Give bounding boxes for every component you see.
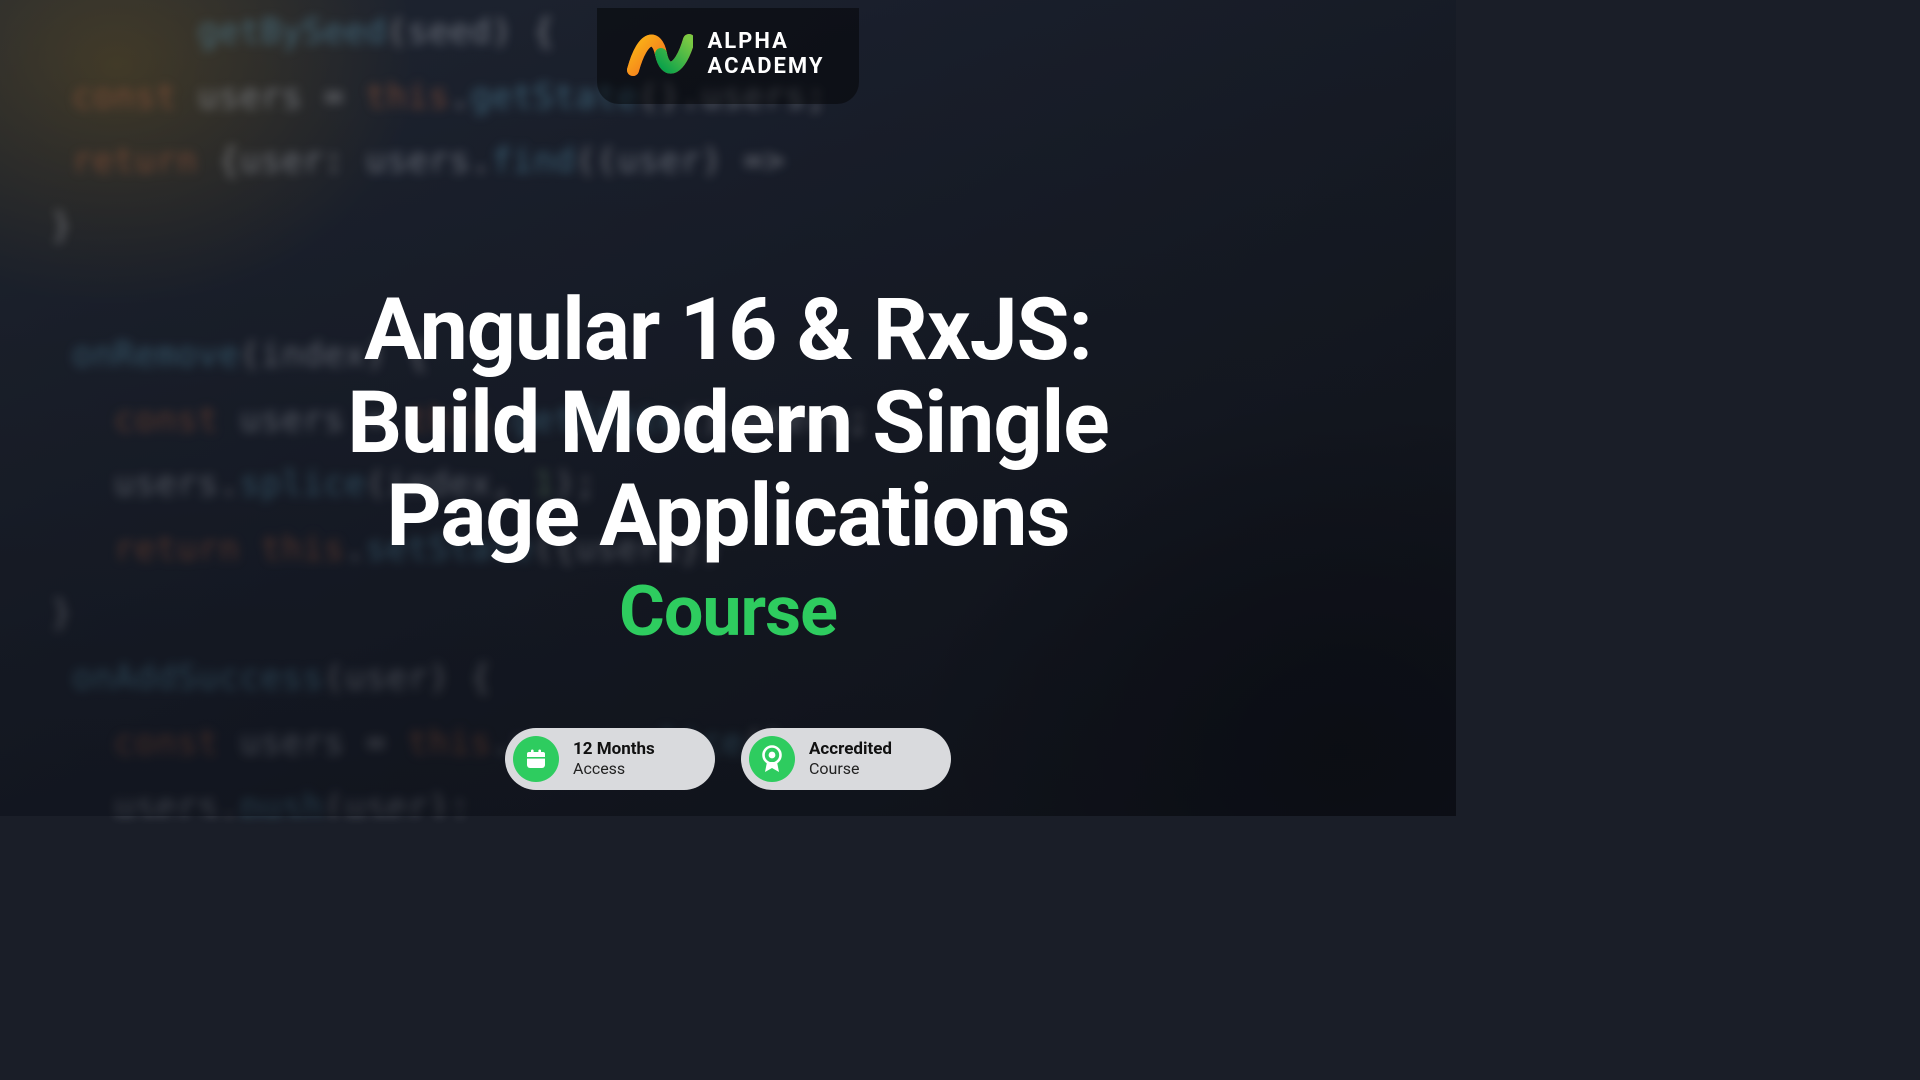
title-line-3: Page Applications bbox=[347, 470, 1108, 563]
hero-title: Angular 16 & RxJS: Build Modern Single P… bbox=[347, 284, 1108, 563]
brand-line1: ALPHA bbox=[707, 29, 824, 54]
badge-accredited-title: Accredited bbox=[809, 740, 892, 760]
title-line-1: Angular 16 & RxJS: bbox=[347, 284, 1108, 377]
title-line-2: Build Modern Single bbox=[347, 377, 1108, 470]
hero-subtitle: Course bbox=[347, 571, 1108, 653]
badge-access-title: 12 Months bbox=[573, 740, 655, 760]
hero-title-block: Angular 16 & RxJS: Build Modern Single P… bbox=[347, 284, 1108, 653]
badge-access-sub: Access bbox=[573, 760, 655, 778]
ribbon-icon bbox=[749, 736, 795, 782]
calendar-icon bbox=[513, 736, 559, 782]
badge-access: 12 Months Access bbox=[505, 728, 715, 790]
badge-accredited-text: Accredited Course bbox=[809, 740, 892, 778]
brand-logo: ALPHA ACADEMY bbox=[597, 8, 858, 104]
badge-accredited-sub: Course bbox=[809, 760, 892, 778]
brand-name: ALPHA ACADEMY bbox=[707, 29, 824, 80]
content-layer: ALPHA ACADEMY Angular 16 & RxJS: Build M… bbox=[0, 0, 1456, 816]
badge-accredited: Accredited Course bbox=[741, 728, 951, 790]
logo-mark-icon bbox=[627, 26, 693, 82]
brand-line2: ACADEMY bbox=[707, 54, 824, 79]
badge-row: 12 Months Access Accredited Course bbox=[0, 728, 1456, 790]
badge-access-text: 12 Months Access bbox=[573, 740, 655, 778]
